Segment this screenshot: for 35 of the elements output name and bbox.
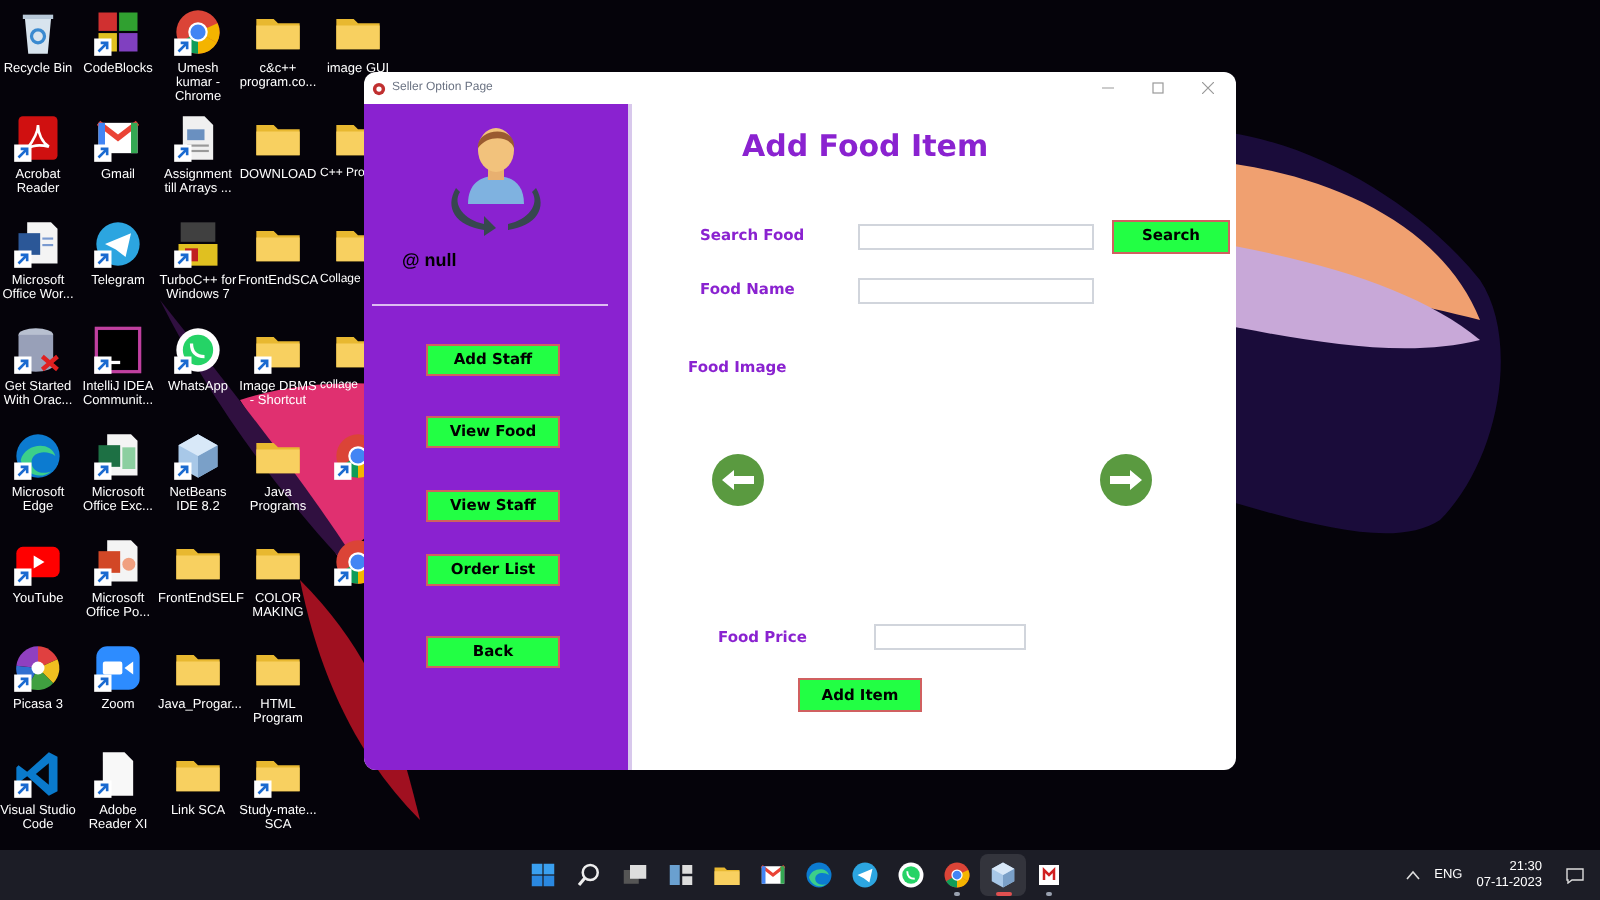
- wave-logo-icon[interactable]: [12, 430, 64, 482]
- start-icon[interactable]: [528, 860, 558, 890]
- cube-icon[interactable]: [988, 860, 1018, 890]
- circle-logo-icon[interactable]: [172, 6, 224, 58]
- page-heading: Add Food Item: [742, 126, 989, 168]
- chat-bubble-icon[interactable]: [172, 324, 224, 376]
- food-name-field[interactable]: [858, 277, 1094, 303]
- notification-icon[interactable]: [1566, 867, 1584, 883]
- windows-icon[interactable]: [620, 860, 650, 890]
- app-icon: [372, 81, 386, 95]
- slides-icon[interactable]: [92, 536, 144, 588]
- envelope-icon[interactable]: [758, 860, 788, 890]
- pdf-icon[interactable]: [12, 112, 64, 164]
- paper-plane-icon[interactable]: [850, 860, 880, 890]
- app-icon[interactable]: [1034, 860, 1064, 890]
- cube-icon[interactable]: [172, 430, 224, 482]
- paper-plane-icon[interactable]: [92, 218, 144, 270]
- widgets-icon[interactable]: [666, 860, 696, 890]
- close-icon[interactable]: [1202, 82, 1214, 94]
- square-logo-icon[interactable]: [92, 324, 144, 376]
- camera-icon[interactable]: [92, 642, 144, 694]
- caret-up-icon[interactable]: [1406, 870, 1421, 880]
- ribbon-logo-icon[interactable]: [12, 748, 64, 800]
- chat-bubble-icon[interactable]: [896, 860, 926, 890]
- search-field[interactable]: [858, 223, 1094, 249]
- username-label: @ null: [402, 248, 459, 274]
- blocks-icon[interactable]: [172, 218, 224, 270]
- database-icon[interactable]: [12, 324, 64, 376]
- circle-logo-icon[interactable]: [942, 860, 972, 890]
- food-price-field[interactable]: [874, 623, 1026, 650]
- pinwheel-icon[interactable]: [12, 642, 64, 694]
- search-icon[interactable]: [574, 860, 604, 890]
- wave-logo-icon[interactable]: [804, 860, 834, 890]
- document-icon[interactable]: [12, 218, 64, 270]
- spreadsheet-icon[interactable]: [92, 430, 144, 482]
